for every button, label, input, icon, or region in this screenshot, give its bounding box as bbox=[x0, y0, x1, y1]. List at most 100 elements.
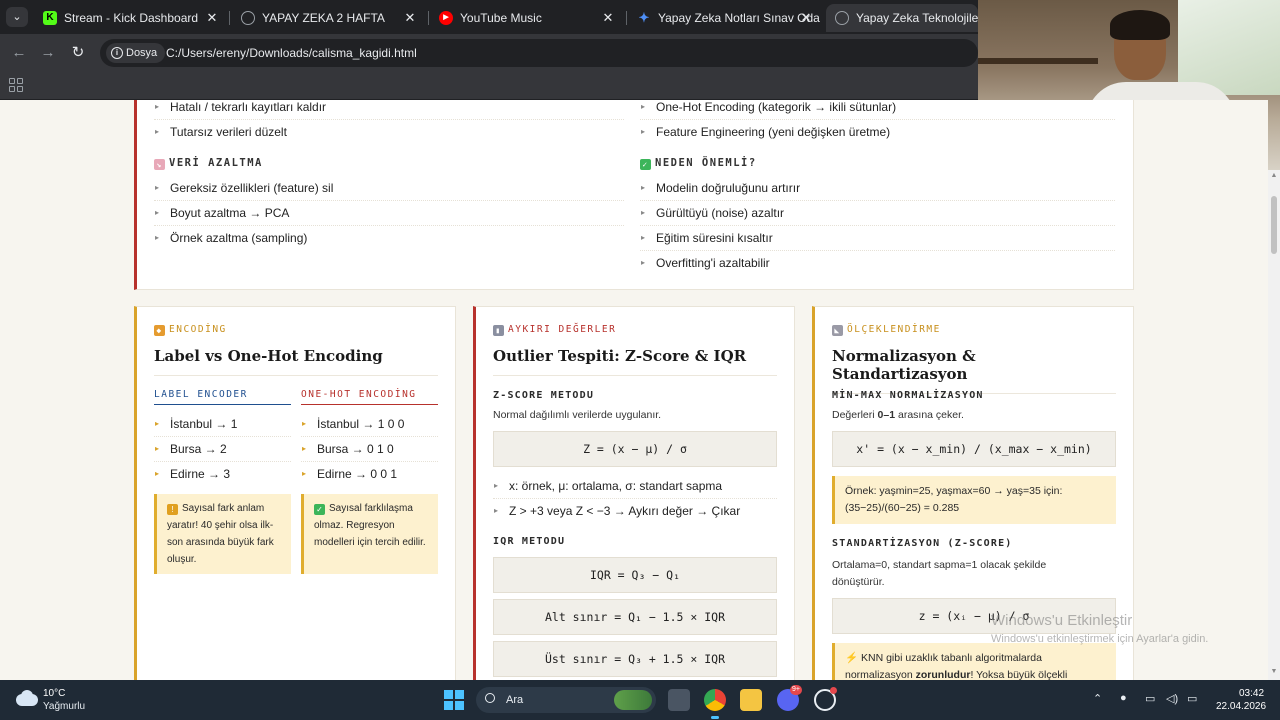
site-chip-label: Dosya bbox=[126, 47, 158, 59]
microphone-icon[interactable]: ● bbox=[1120, 692, 1127, 704]
youtube-music-icon: ▶ bbox=[439, 11, 453, 25]
apps-grid-icon[interactable] bbox=[9, 78, 23, 92]
label-encoder-heading: LABEL ENCODER bbox=[154, 389, 291, 405]
tab-divider bbox=[626, 11, 627, 25]
list-item: Overfitting'i azaltabilir bbox=[640, 251, 1115, 276]
tab-label: YouTube Music bbox=[460, 11, 542, 25]
chrome-icon[interactable] bbox=[704, 689, 726, 719]
url-text[interactable]: C:/Users/ereny/Downloads/calisma_kagidi.… bbox=[166, 39, 417, 67]
iqr-formula: IQR = Q₃ − Q₁ bbox=[493, 557, 777, 593]
bar-chart-icon: ▮ bbox=[493, 325, 504, 336]
minmax-formula: x' = (x − x_min) / (x_max − x_min) bbox=[832, 431, 1116, 467]
weather-description[interactable]: Yağmurlu bbox=[43, 701, 85, 712]
section-heading-veri-azaltma: ↘ VERİ AZALTMA bbox=[154, 157, 263, 170]
tab-yapay-zeka-2-hafta[interactable]: YAPAY ZEKA 2 HAFTA ✕ bbox=[232, 4, 424, 32]
zscore-formula: Z = (x − μ) / σ bbox=[493, 431, 777, 467]
label-encoder-note: ! Sayısal fark anlam yaratır! 40 şehir ol… bbox=[154, 494, 291, 574]
list-item: Tutarsız verileri düzelt bbox=[154, 120, 624, 145]
clock-time[interactable]: 03:42 bbox=[1239, 688, 1264, 699]
list-item: Bursa → 0 1 0 bbox=[301, 437, 438, 462]
address-bar[interactable]: i Dosya C:/Users/ereny/Downloads/calisma… bbox=[100, 39, 978, 67]
ruler-icon: ◣ bbox=[832, 325, 843, 336]
lower-bound-formula: Alt sınır = Q₁ − 1.5 × IQR bbox=[493, 599, 777, 635]
standardization-description: Ortalama=0, standart sapma=1 olacak şeki… bbox=[832, 559, 1047, 588]
search-highlight-image bbox=[614, 690, 652, 710]
list-item: Eğitim süresini kısaltır bbox=[640, 226, 1115, 251]
tab-yapay-zeka-teknolojileri[interactable]: Yapay Zeka Teknolojileri – Sı bbox=[826, 4, 978, 32]
scroll-up-arrow-icon[interactable]: ▲ bbox=[1270, 172, 1278, 179]
tab-label: YAPAY ZEKA 2 HAFTA bbox=[262, 11, 385, 25]
search-placeholder: Ara bbox=[506, 694, 524, 706]
scrollbar-thumb[interactable] bbox=[1271, 196, 1277, 254]
cleaning-list: Hatalı / tekrarlı kayıtları kaldır Tutar… bbox=[154, 100, 624, 145]
zscore-heading: Z-SCORE METODU bbox=[493, 390, 595, 401]
list-item: Edirne → 3 bbox=[154, 462, 291, 487]
minmax-heading: MİN-MAX NORMALİZASYON bbox=[832, 390, 984, 401]
transformation-list: One-Hot Encoding (kategorik → ikili sütu… bbox=[640, 100, 1115, 145]
card-title: Normalizasyon & Standartizasyon bbox=[832, 347, 1116, 394]
volume-icon[interactable]: ◁) bbox=[1166, 692, 1178, 705]
check-mark-icon: ✓ bbox=[640, 159, 651, 170]
network-icon[interactable]: ▭ bbox=[1145, 692, 1155, 705]
activation-watermark-subtitle: Windows'u etkinleştirmek için Ayarlar'a … bbox=[991, 633, 1209, 645]
chart-down-icon: ↘ bbox=[154, 159, 165, 170]
minmax-description: Değerleri 0–1 arasına çeker. bbox=[832, 409, 964, 421]
site-info-chip[interactable]: i Dosya bbox=[106, 43, 166, 63]
section-heading-neden-onemli: ✓ NEDEN ÖNEMLİ? bbox=[640, 157, 757, 170]
card-title: Label vs One-Hot Encoding bbox=[154, 347, 438, 376]
close-icon[interactable]: ✕ bbox=[600, 4, 616, 32]
webcam-shelf bbox=[978, 58, 1098, 64]
tab-kick-dashboard[interactable]: K Stream - Kick Dashboard ✕ bbox=[34, 4, 226, 32]
windows-start-icon[interactable] bbox=[444, 690, 464, 710]
back-arrow-icon[interactable]: ← bbox=[8, 42, 30, 64]
close-icon[interactable]: ✕ bbox=[204, 4, 220, 32]
list-item: İstanbul → 1 0 0 bbox=[301, 412, 438, 437]
clock-date[interactable]: 22.04.2026 bbox=[1216, 701, 1266, 712]
task-view-icon[interactable] bbox=[668, 689, 690, 711]
close-icon[interactable]: ✕ bbox=[798, 4, 814, 32]
list-item: Gereksiz özellikleri (feature) sil bbox=[154, 176, 624, 201]
neden-onemli-list: Modelin doğruluğunu artırır Gürültüyü (n… bbox=[640, 176, 1115, 276]
upper-bound-formula: Üst sınır = Q₃ + 1.5 × IQR bbox=[493, 641, 777, 677]
list-item: Bursa → 2 bbox=[154, 437, 291, 462]
list-item: Boyut azaltma → PCA bbox=[154, 201, 624, 226]
tab-divider bbox=[229, 11, 230, 25]
recording-dot bbox=[830, 687, 837, 694]
outlier-card: ▮ AYKIRI DEĞERLER Outlier Tespiti: Z-Scor… bbox=[473, 306, 795, 680]
zscore-notes-list: x: örnek, μ: ortalama, σ: standart sapma… bbox=[493, 474, 777, 524]
card-eyebrow: ▮ AYKIRI DEĞERLER bbox=[493, 324, 616, 336]
taskbar-search-box[interactable]: Ara bbox=[476, 687, 656, 713]
tab-yapay-zeka-notlari[interactable]: ✦ Yapay Zeka Notları Sınav Odakl ✕ bbox=[628, 4, 820, 32]
forward-arrow-icon[interactable]: → bbox=[37, 42, 59, 64]
close-icon[interactable]: ✕ bbox=[402, 4, 418, 32]
tab-youtube-music[interactable]: ▶ YouTube Music ✕ bbox=[430, 4, 622, 32]
list-item: Örnek azaltma (sampling) bbox=[154, 226, 624, 251]
tab-divider bbox=[428, 11, 429, 25]
file-explorer-icon[interactable] bbox=[740, 689, 762, 711]
chevron-up-icon[interactable]: ⌃ bbox=[1093, 692, 1102, 705]
page-scrollbar[interactable]: ▲ ▼ bbox=[1268, 170, 1280, 680]
weather-temperature[interactable]: 10°C bbox=[43, 688, 65, 699]
one-hot-list: İstanbul → 1 0 0 Bursa → 0 1 0 Edirne → … bbox=[301, 412, 438, 487]
label-encoder-list: İstanbul → 1 Bursa → 2 Edirne → 3 bbox=[154, 412, 291, 487]
battery-icon[interactable]: ▭ bbox=[1187, 692, 1197, 705]
cloud-rain-icon[interactable] bbox=[16, 690, 38, 706]
tab-search-button[interactable]: ⌄ bbox=[6, 7, 28, 27]
warning-icon: ! bbox=[167, 504, 178, 515]
minmax-example-note: Örnek: yaşmin=25, yaşmax=60 → yaş=35 içi… bbox=[832, 476, 1116, 524]
list-item: One-Hot Encoding (kategorik → ikili sütu… bbox=[640, 100, 1115, 120]
scroll-down-arrow-icon[interactable]: ▼ bbox=[1270, 668, 1278, 675]
discord-icon[interactable]: 9+ bbox=[777, 685, 802, 711]
tab-label: Stream - Kick Dashboard bbox=[64, 11, 199, 25]
list-item: Modelin doğruluğunu artırır bbox=[640, 176, 1115, 201]
tab-label: Yapay Zeka Notları Sınav Odakl bbox=[658, 11, 820, 25]
obs-icon[interactable] bbox=[814, 687, 837, 711]
page-content: Hatalı / tekrarlı kayıtları kaldır Tutar… bbox=[0, 100, 1268, 680]
tab-label: Yapay Zeka Teknolojileri – Sı bbox=[856, 11, 978, 25]
zscore-description: Normal dağılımlı verilerde uygulanır. bbox=[493, 409, 662, 421]
kick-icon: K bbox=[43, 11, 57, 25]
reload-icon[interactable]: ↻ bbox=[67, 42, 89, 64]
gemini-icon: ✦ bbox=[638, 10, 650, 25]
list-item: Z > +3 veya Z < −3 → Aykırı değer → Çıka… bbox=[493, 499, 777, 524]
veri-azaltma-list: Gereksiz özellikleri (feature) sil Boyut… bbox=[154, 176, 624, 251]
